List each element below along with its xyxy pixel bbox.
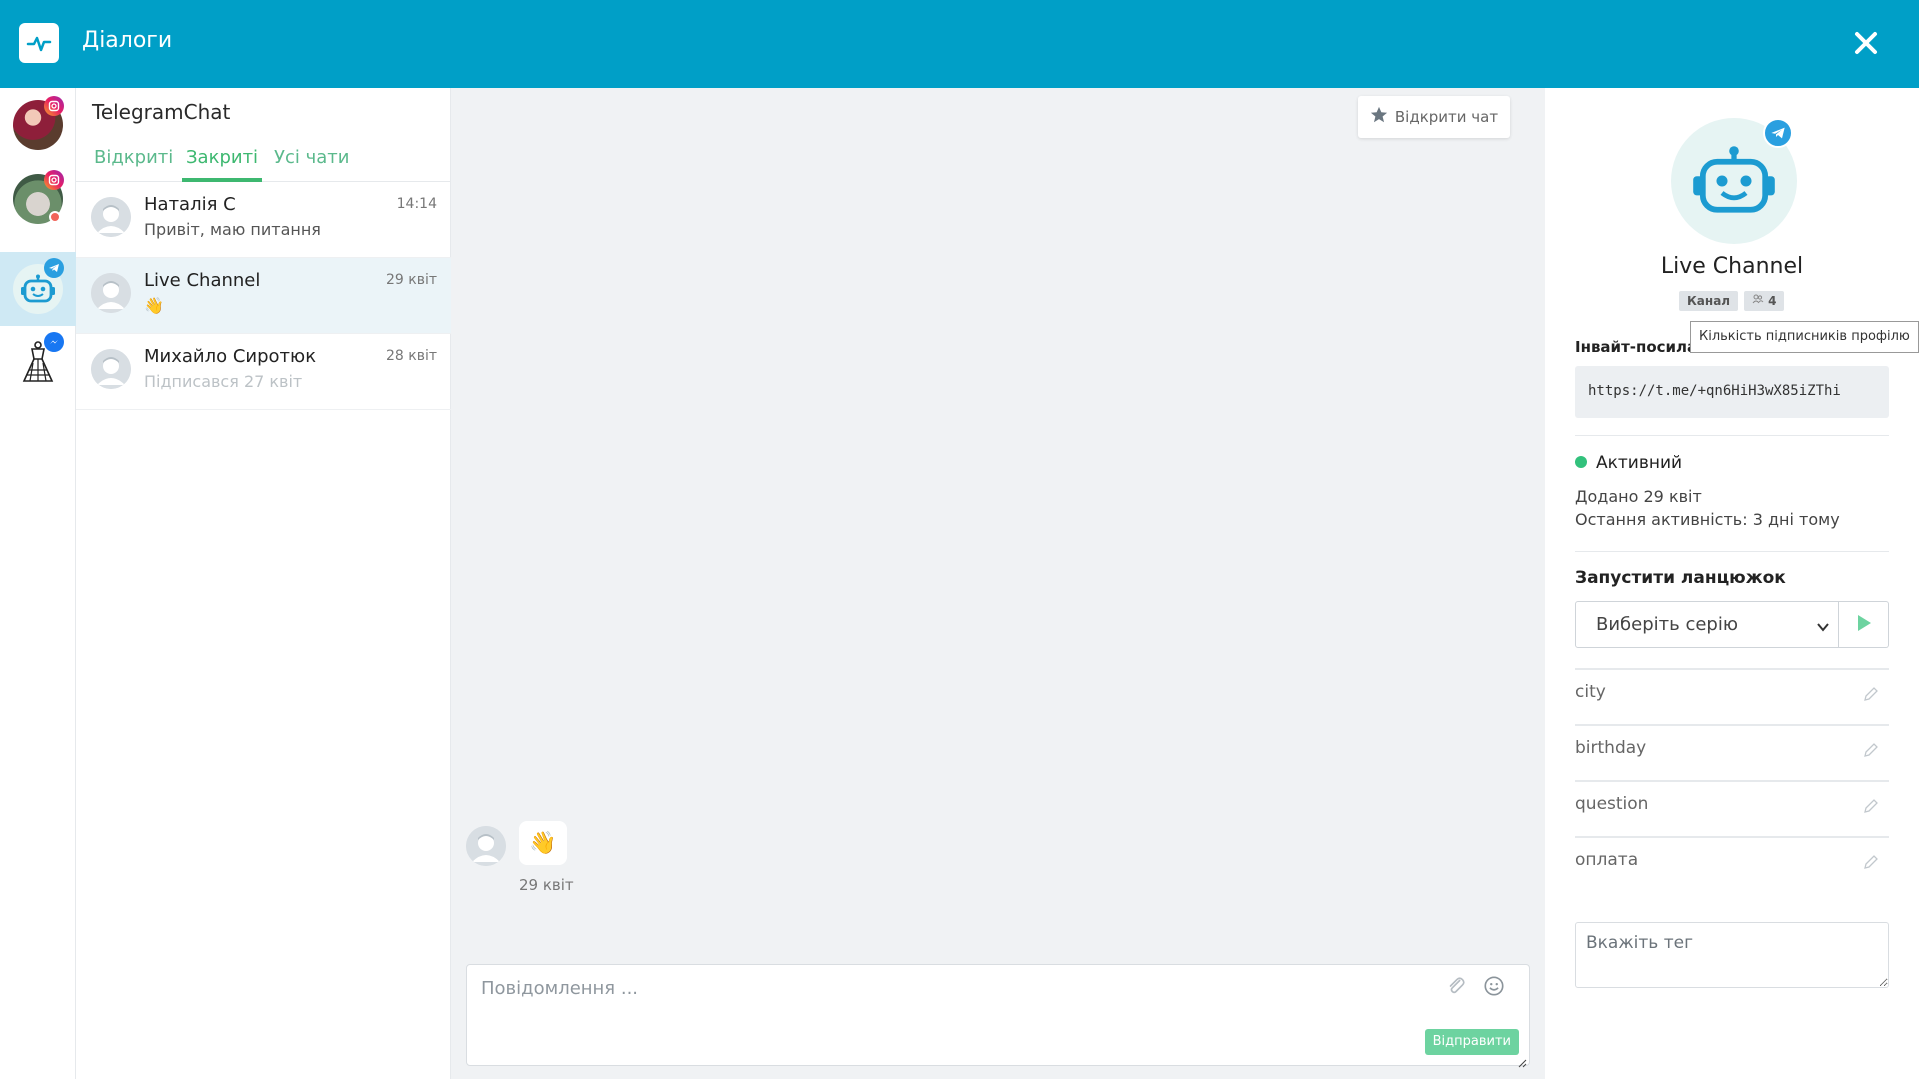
tab-all-chats[interactable]: Усі чати [270,140,353,182]
field-name: question [1575,794,1649,814]
dialog-last-message: Підписався 27 квіт [144,372,303,391]
message-input[interactable] [481,975,1381,1001]
dialog-tabs: Відкриті Закриті Усі чати [76,140,451,182]
divider [1575,435,1889,436]
profile-panel: Live Channel Канал 4 Інвайт-посилання Кі… [1545,88,1919,1079]
dialog-name: Live Channel [144,270,261,291]
instagram-icon [44,96,64,116]
avatar [466,826,506,866]
chevron-down-icon [1816,618,1830,639]
series-select[interactable]: Виберіть серію [1575,601,1839,648]
star-icon [1370,106,1388,128]
dialog-last-message: 👋 [144,296,164,315]
instagram-icon [44,170,64,190]
unread-dot [49,211,61,223]
avatar [91,197,131,237]
subscribers-badge[interactable]: 4 [1744,291,1785,311]
send-button[interactable]: Відправити [1424,1029,1519,1055]
pencil-icon[interactable] [1863,686,1881,704]
users-icon [1752,291,1764,311]
type-badge: Канал [1679,291,1739,311]
tab-open[interactable]: Відкриті [90,140,177,182]
field-name: оплата [1575,850,1639,870]
app-logo-icon [19,23,59,63]
run-chain-button[interactable] [1839,601,1889,648]
rail-channel-messenger[interactable] [0,326,76,400]
custom-field-city[interactable]: city [1575,668,1889,724]
list-title: TelegramChat [92,100,231,124]
dialog-item[interactable]: Наталія С Привіт, маю питання 14:14 [76,182,451,258]
chat-area: Відкрити чат 👋 29 квіт Відправити [451,88,1545,1079]
dialog-time: 28 квіт [385,348,437,364]
field-name: city [1575,682,1606,702]
paperclip-icon[interactable] [1445,975,1471,1001]
profile-name: Live Channel [1660,254,1804,279]
subscribers-count: 4 [1768,294,1777,308]
channel-rail [0,88,76,1079]
close-icon[interactable] [1849,26,1883,60]
tag-input[interactable] [1575,922,1889,988]
last-activity: Остання активність: 3 дні тому [1575,510,1840,529]
dialog-list-panel: TelegramChat Відкриті Закриті Усі чати Н… [76,88,451,1079]
custom-field-payment[interactable]: оплата [1575,836,1889,892]
avatar [91,349,131,389]
telegram-icon [44,258,64,278]
tab-closed[interactable]: Закриті [182,140,263,182]
dialog-name: Наталія С [144,194,236,215]
rail-channel-telegram[interactable] [0,252,76,326]
divider [1575,551,1889,552]
pencil-icon[interactable] [1863,742,1881,760]
dialog-time: 29 квіт [385,272,437,288]
avatar [91,273,131,313]
status-dot [1575,456,1587,468]
status-text: Активний [1596,453,1683,473]
message-date: 29 квіт [519,876,574,894]
pencil-icon[interactable] [1863,854,1881,872]
smile-icon[interactable] [1483,975,1509,1001]
added-date: Додано 29 квіт [1575,487,1702,506]
dialog-name: Михайло Сиротюк [144,346,317,367]
subscribers-tooltip: Кількість підписників профілю [1690,321,1919,353]
play-icon [1856,614,1872,636]
chain-label: Запустити ланцюжок [1575,568,1786,588]
resize-handle-icon[interactable] [1517,1053,1527,1068]
rail-channel-instagram-2[interactable] [0,162,76,236]
dialog-time: 14:14 [396,196,437,212]
open-chat-label: Відкрити чат [1394,108,1499,126]
message-bubble: 👋 [519,821,567,865]
dialog-item[interactable]: Михайло Сиротюк Підписався 27 квіт 28 кв… [76,334,451,410]
profile-tags: Канал 4 [1679,291,1785,311]
app-header: Діалоги [0,0,1919,88]
invite-link[interactable]: https://t.me/+qn6HiH3wX85iZThi [1575,366,1889,418]
dialog-last-message: Привіт, маю питання [144,220,321,239]
series-select-value: Виберіть серію [1596,614,1739,635]
field-name: birthday [1575,738,1647,758]
open-chat-button[interactable]: Відкрити чат [1358,96,1510,138]
page-title: Діалоги [82,28,173,53]
messenger-icon [44,332,64,352]
message-composer: Відправити [466,964,1530,1068]
custom-field-question[interactable]: question [1575,780,1889,836]
pencil-icon[interactable] [1863,798,1881,816]
dialog-item[interactable]: Live Channel 👋 29 квіт [76,258,451,334]
custom-field-birthday[interactable]: birthday [1575,724,1889,780]
telegram-icon [1763,118,1793,148]
rail-channel-instagram-1[interactable] [0,88,76,162]
